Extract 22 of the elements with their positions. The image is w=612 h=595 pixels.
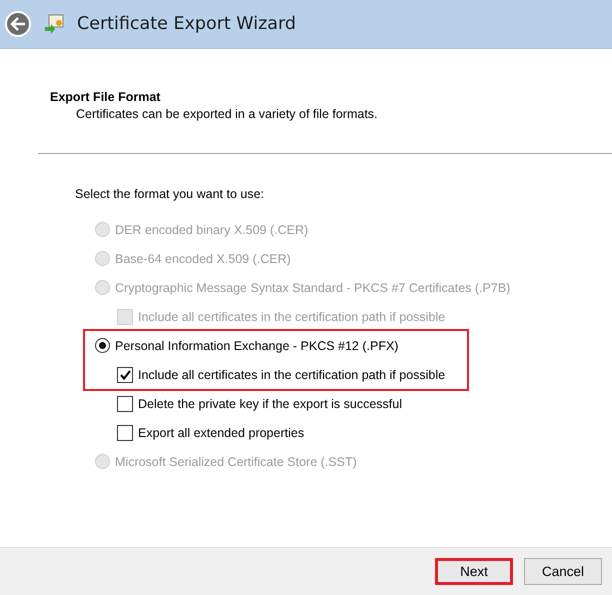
back-arrow-icon bbox=[10, 17, 26, 31]
cancel-button[interactable]: Cancel bbox=[524, 558, 602, 585]
next-button[interactable]: Next bbox=[435, 558, 513, 585]
option-label: Personal Information Exchange - PKCS #12 (.PFX) bbox=[115, 338, 398, 352]
format-prompt: Select the format you want to use: bbox=[75, 187, 265, 201]
option-label: Microsoft Serialized Certificate Store (.SST) bbox=[115, 454, 357, 468]
option-label: Delete the private key if the export is successful bbox=[138, 396, 402, 410]
option-label: Export all extended properties bbox=[138, 426, 304, 440]
checkbox[interactable] bbox=[117, 424, 133, 440]
option-label: DER encoded binary X.509 (.CER) bbox=[115, 222, 308, 236]
option-label: Base-64 encoded X.509 (.CER) bbox=[115, 252, 291, 266]
window-title: Certificate Export Wizard bbox=[77, 14, 296, 34]
radio-button[interactable] bbox=[95, 338, 110, 353]
option-label: Include all certificates in the certification path if possible bbox=[138, 368, 446, 382]
option-label: Cryptographic Message Syntax Standard - PKCS #7 Certificates (.P7B) bbox=[115, 280, 510, 294]
page-heading: Export File Format bbox=[50, 90, 162, 104]
back-button[interactable] bbox=[5, 11, 31, 37]
checkbox[interactable] bbox=[117, 366, 133, 382]
certificate-icon bbox=[43, 13, 65, 35]
checkbox[interactable] bbox=[117, 396, 133, 412]
option-label: Include all certificates in the certification path if possible bbox=[138, 310, 446, 324]
page-description: Certificates can be exported in a variety of file formats. bbox=[75, 107, 379, 121]
